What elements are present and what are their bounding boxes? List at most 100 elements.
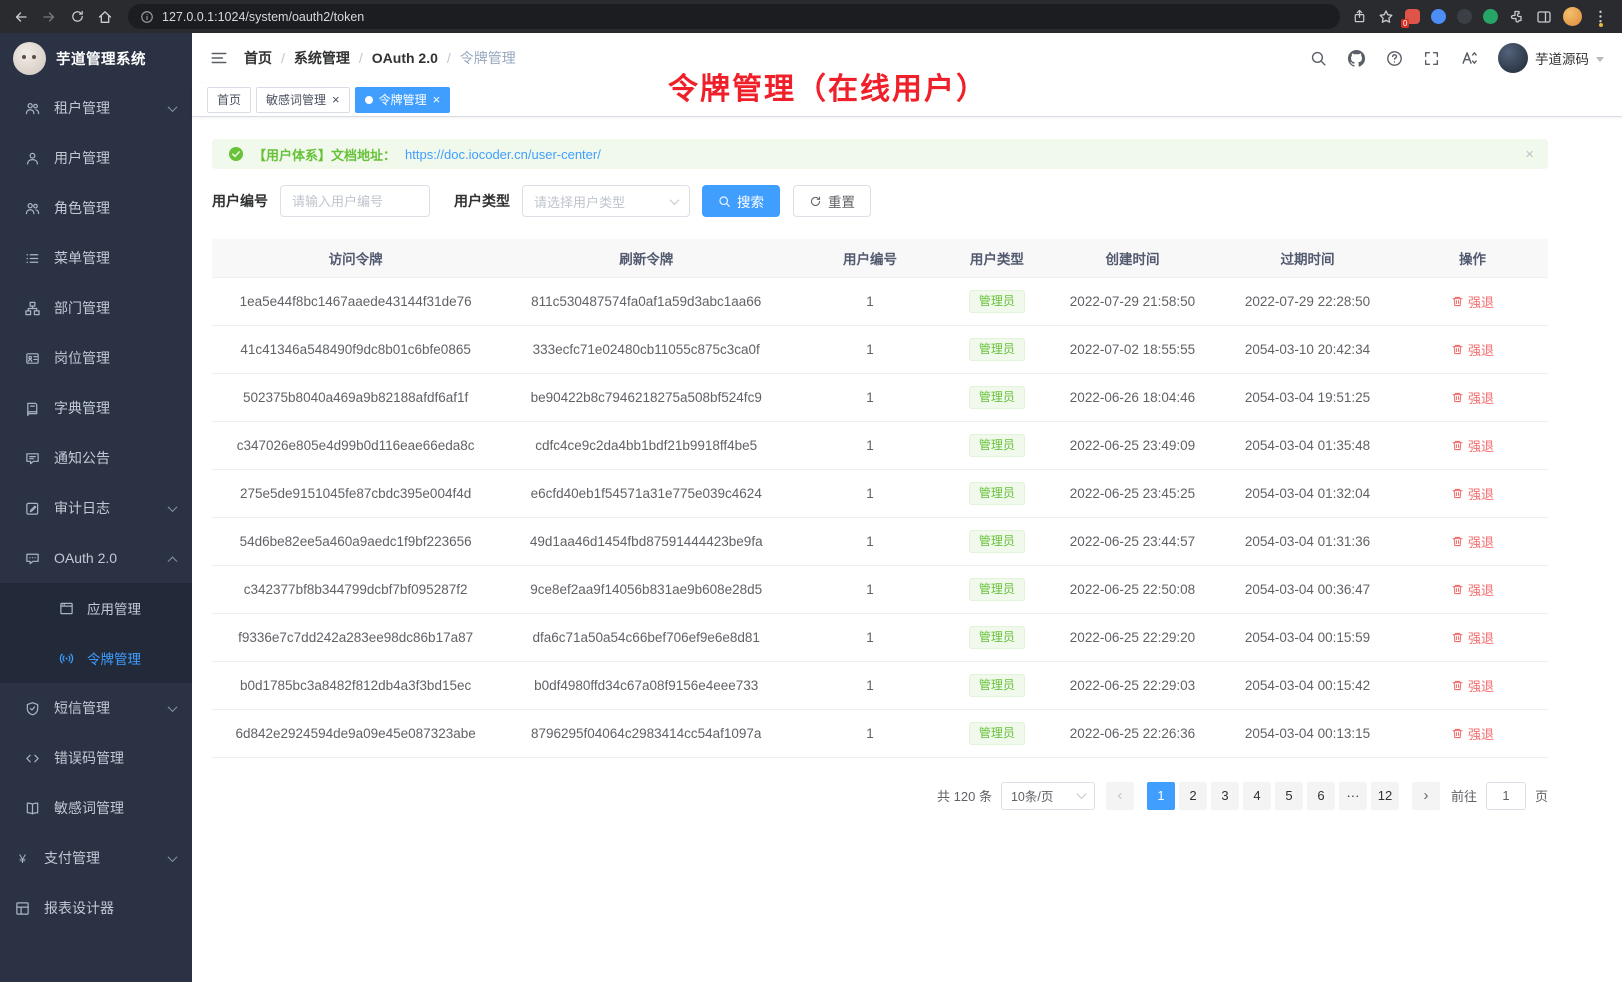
sidebar-item-dept[interactable]: 部门管理 — [0, 283, 192, 333]
page-size-select[interactable]: 10条/页 — [1001, 782, 1095, 810]
user-id-input[interactable] — [280, 185, 430, 217]
tab-home[interactable]: 首页 — [207, 87, 251, 113]
chevron-down-icon — [168, 102, 178, 112]
sidebar-item-dict[interactable]: 字典管理 — [0, 383, 192, 433]
goto-page-input[interactable] — [1486, 782, 1526, 810]
force-logout-button[interactable]: 强退 — [1451, 724, 1494, 743]
next-page-button[interactable]: › — [1412, 782, 1440, 810]
breadcrumb-item[interactable]: 系统管理 — [294, 48, 350, 68]
page-button-1[interactable]: 1 — [1147, 782, 1175, 810]
site-info-icon[interactable] — [140, 10, 154, 24]
sidebar-item-oauth2-token[interactable]: 令牌管理 — [0, 633, 192, 683]
app-logo-bar[interactable]: 芋道管理系统 — [0, 33, 192, 83]
page-ellipsis-button[interactable]: ··· — [1339, 782, 1367, 810]
user-type-select[interactable]: 请选择用户类型 — [522, 185, 690, 217]
browser-back-icon[interactable] — [8, 4, 34, 30]
page-button-5[interactable]: 5 — [1275, 782, 1303, 810]
extension-icon-red[interactable]: 0 — [1405, 9, 1420, 24]
sidebar-item-user[interactable]: 用户管理 — [0, 133, 192, 183]
cell-expire-time: 2022-07-29 22:28:50 — [1218, 277, 1397, 325]
bookmark-star-icon[interactable] — [1378, 9, 1394, 25]
sidebar-item-menu[interactable]: 菜单管理 — [0, 233, 192, 283]
sidebar-item-notice[interactable]: 通知公告 — [0, 433, 192, 483]
fullscreen-icon[interactable] — [1423, 50, 1440, 67]
browser-home-icon[interactable] — [92, 4, 118, 30]
page-button-6[interactable]: 6 — [1307, 782, 1335, 810]
browser-reload-icon[interactable] — [64, 4, 90, 30]
cell-refresh-token: e6cfd40eb1f54571a31e775e039c4624 — [499, 469, 793, 517]
force-logout-button[interactable]: 强退 — [1451, 532, 1494, 551]
search-icon[interactable] — [1310, 50, 1327, 67]
cell-expire-time: 2054-03-04 00:15:42 — [1218, 661, 1397, 709]
font-size-icon[interactable] — [1460, 49, 1478, 67]
search-button[interactable]: 搜索 — [702, 185, 780, 217]
browser-profile-avatar[interactable] — [1563, 7, 1582, 26]
cell-actions: 强退 — [1397, 373, 1548, 421]
extensions-puzzle-icon[interactable] — [1509, 9, 1525, 25]
github-icon[interactable] — [1347, 49, 1366, 68]
extension-icon-dark[interactable] — [1457, 9, 1472, 24]
reset-button[interactable]: 重置 — [793, 185, 871, 217]
sidebar-item-tenant[interactable]: 租户管理 — [0, 83, 192, 133]
force-logout-button[interactable]: 强退 — [1451, 484, 1494, 503]
sidebar-item-oauth2[interactable]: OAuth 2.0 — [0, 533, 192, 583]
sidebar-item-audit-log[interactable]: 审计日志 — [0, 483, 192, 533]
force-logout-button[interactable]: 强退 — [1451, 340, 1494, 359]
doc-icon — [24, 801, 41, 816]
tab-token[interactable]: 令牌管理 × — [355, 87, 451, 113]
force-logout-button[interactable]: 强退 — [1451, 436, 1494, 455]
user-menu[interactable]: 芋道源码 — [1498, 43, 1604, 73]
alert-close-icon[interactable]: × — [1525, 146, 1534, 163]
browser-forward-icon[interactable] — [36, 4, 62, 30]
breadcrumb-separator: / — [359, 50, 363, 66]
sidebar-toggle-icon[interactable] — [210, 49, 228, 67]
sidebar-item-error-code[interactable]: 错误码管理 — [0, 733, 192, 783]
shield-icon — [24, 701, 41, 716]
help-icon[interactable] — [1386, 50, 1403, 67]
page-button-3[interactable]: 3 — [1211, 782, 1239, 810]
chat-icon — [24, 551, 41, 566]
table-row: 41c41346a548490f9dc8b01c6bfe0865 333ecfc… — [212, 325, 1548, 373]
side-panel-icon[interactable] — [1536, 9, 1552, 25]
code-icon — [24, 751, 41, 766]
force-logout-button[interactable]: 强退 — [1451, 292, 1494, 311]
cell-user-id: 1 — [793, 469, 947, 517]
sidebar-item-oauth2-app[interactable]: 应用管理 — [0, 583, 192, 633]
sidebar-item-sensitive-word[interactable]: 敏感词管理 — [0, 783, 192, 833]
force-logout-button[interactable]: 强退 — [1451, 388, 1494, 407]
extension-icon-blue[interactable] — [1431, 9, 1446, 24]
doc-link[interactable]: https://doc.iocoder.cn/user-center/ — [405, 147, 601, 162]
force-logout-label: 强退 — [1468, 436, 1494, 455]
force-logout-button[interactable]: 强退 — [1451, 628, 1494, 647]
close-icon[interactable]: × — [332, 93, 340, 106]
badge-icon — [24, 351, 41, 366]
breadcrumb-item[interactable]: OAuth 2.0 — [372, 50, 438, 66]
browser-menu-icon[interactable] — [1593, 9, 1608, 24]
sidebar-item-label: 应用管理 — [87, 598, 141, 618]
share-icon[interactable] — [1352, 9, 1367, 24]
prev-page-button[interactable]: ‹ — [1106, 782, 1134, 810]
page-button-12[interactable]: 12 — [1371, 782, 1399, 810]
delete-icon — [1451, 631, 1464, 644]
address-bar[interactable]: 127.0.0.1:1024/system/oauth2/token — [128, 4, 1340, 29]
app-logo — [13, 42, 46, 75]
extension-icon-green[interactable] — [1483, 9, 1498, 24]
force-logout-button[interactable]: 强退 — [1451, 676, 1494, 695]
tab-sensitive-word[interactable]: 敏感词管理 × — [256, 87, 350, 113]
close-icon[interactable]: × — [433, 93, 441, 106]
breadcrumb-item[interactable]: 首页 — [244, 48, 272, 68]
sidebar-item-post[interactable]: 岗位管理 — [0, 333, 192, 383]
page-button-2[interactable]: 2 — [1179, 782, 1207, 810]
sidebar-item-sms[interactable]: 短信管理 — [0, 683, 192, 733]
force-logout-button[interactable]: 强退 — [1451, 580, 1494, 599]
sidebar-item-label: 菜单管理 — [54, 248, 110, 268]
delete-icon — [1451, 343, 1464, 356]
user-name: 芋道源码 — [1535, 48, 1589, 68]
total-count: 共 120 条 — [937, 786, 992, 805]
tree-icon — [24, 301, 41, 316]
sidebar-item-report-designer[interactable]: 报表设计器 — [0, 883, 192, 933]
sidebar-item-pay[interactable]: ¥ 支付管理 — [0, 833, 192, 883]
page-size-value: 10条/页 — [1011, 786, 1053, 805]
sidebar-item-role[interactable]: 角色管理 — [0, 183, 192, 233]
page-button-4[interactable]: 4 — [1243, 782, 1271, 810]
